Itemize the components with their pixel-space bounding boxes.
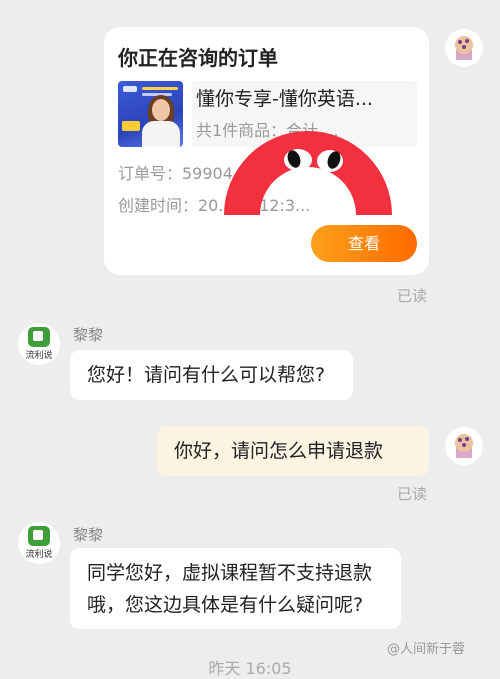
message-text-line-1: 同学您好，虚拟课程暂不支持退款 [87, 562, 373, 584]
cupcake-avatar-icon [455, 434, 473, 458]
bottom-timestamp: 昨天 16:05 [208, 659, 292, 678]
user-avatar[interactable] [445, 29, 483, 67]
agent-name: 黎黎 [73, 326, 104, 344]
message-text: 您好！请问有什么可以帮您? [87, 364, 326, 386]
agent-avatar[interactable]: 流利说 [18, 522, 60, 564]
user-avatar[interactable] [445, 427, 483, 465]
read-status: 已读 [397, 485, 428, 503]
agent-name: 黎黎 [73, 526, 104, 544]
agent-message-bubble[interactable]: 同学您好，虚拟课程暂不支持退款 哦，您这边具体是有什么疑问呢? [70, 548, 401, 629]
product-thumbnail[interactable] [118, 81, 183, 147]
view-order-button[interactable]: 查看 [311, 225, 417, 262]
order-card-title: 你正在咨询的订单 [118, 46, 278, 70]
user-message-bubble[interactable]: 你好，请问怎么申请退款 [157, 426, 429, 476]
read-status: 已读 [397, 287, 428, 305]
agent-message-bubble[interactable]: 您好！请问有什么可以帮您? [70, 350, 353, 400]
agent-avatar[interactable]: 流利说 [18, 323, 60, 365]
message-text: 你好，请问怎么申请退款 [174, 440, 384, 462]
product-name: 懂你专享-懂你英语... [196, 88, 373, 110]
message-text-line-2: 哦，您这边具体是有什么疑问呢? [87, 594, 364, 616]
top-timestamp: — [0, 0, 500, 7]
mascot-face-icon [224, 131, 392, 215]
cupcake-avatar-icon [455, 36, 473, 60]
watermark: @人间新于蓉 [387, 642, 466, 657]
